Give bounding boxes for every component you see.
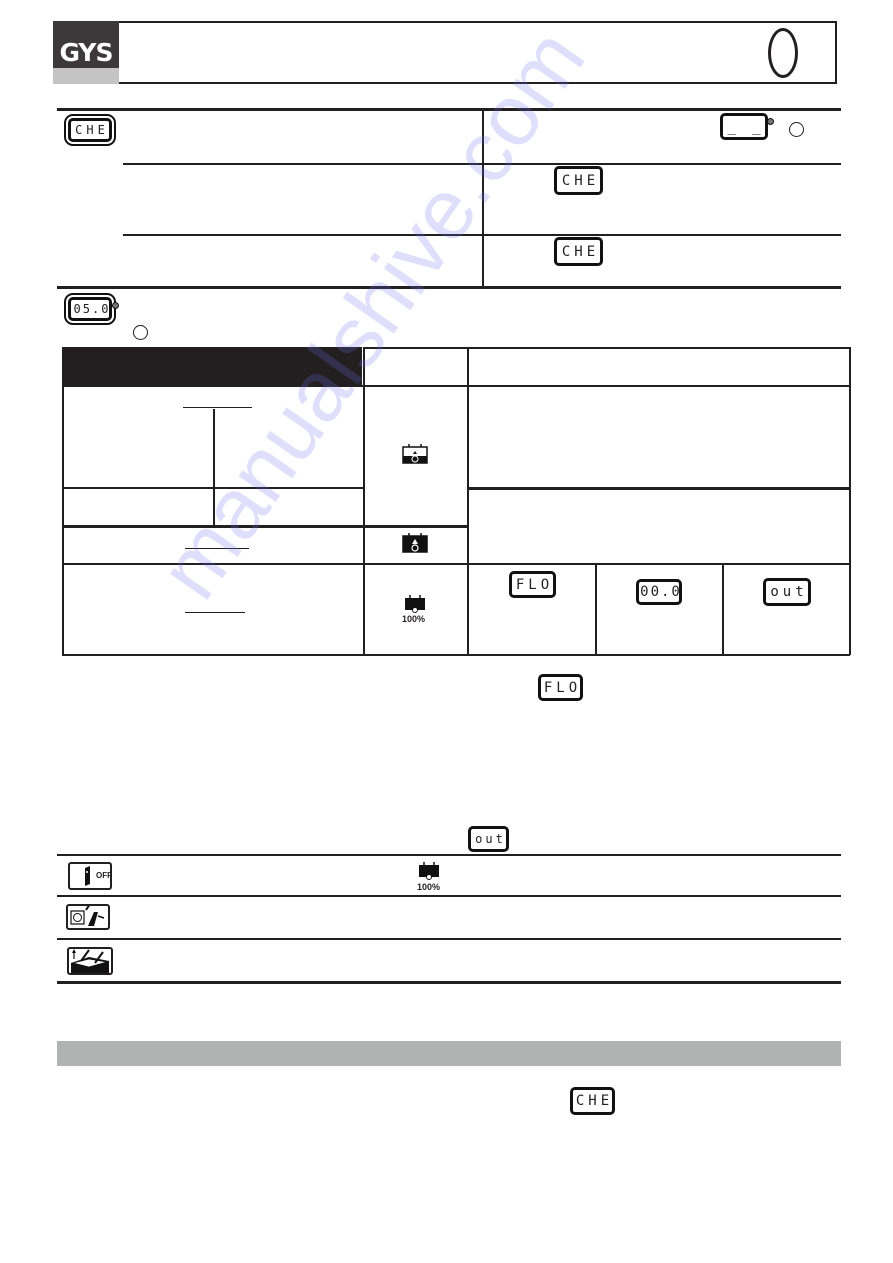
table-border: [62, 654, 850, 656]
circle-marker-icon: [133, 325, 148, 340]
lcd-display-out: out: [468, 826, 509, 852]
divider: [123, 234, 841, 236]
lcd-display-check: CHE: [554, 166, 603, 195]
divider: [57, 286, 841, 289]
lcd-text: FLO: [515, 576, 554, 593]
lcd-text: out: [475, 832, 506, 846]
lcd-display-current-icon: 05.0: [64, 293, 119, 325]
table-border: [595, 564, 597, 655]
lcd-text: out: [770, 584, 808, 600]
lcd-display-float: FLO: [538, 674, 583, 701]
table-border: [62, 385, 850, 387]
lcd-display-check: CHE: [570, 1087, 615, 1115]
section-title-bar: [57, 1041, 841, 1066]
divider: [57, 938, 841, 940]
table-header-cell: [62, 347, 362, 385]
divider: [57, 854, 841, 856]
lcd-text: CHE: [561, 243, 600, 260]
divider: [57, 108, 841, 111]
lcd-text: 05.0: [73, 302, 111, 316]
lcd-display-check-icon: CHE: [64, 114, 116, 146]
table-border: [62, 525, 467, 528]
table-border: [62, 487, 363, 489]
unplug-icon: [66, 904, 110, 930]
divider: [57, 981, 841, 984]
lcd-text: 00.0: [640, 584, 682, 600]
battery-charging-full-icon: [402, 533, 428, 553]
circle-marker-icon: [789, 122, 804, 137]
table-border: [722, 564, 724, 655]
table-border: [62, 563, 850, 565]
battery-100-label: 100%: [402, 614, 426, 624]
language-marker-icon: [768, 28, 798, 78]
lcd-text: CHE: [75, 123, 109, 137]
table-border: [467, 487, 850, 490]
lcd-text: CHE: [561, 172, 600, 189]
table-border: [467, 347, 469, 655]
off-label: OFF: [96, 871, 112, 880]
lcd-display-check: CHE: [554, 237, 603, 266]
divider: [482, 108, 484, 288]
lcd-display-out: out: [763, 578, 811, 606]
led-indicator-icon: [112, 302, 119, 309]
table-border: [213, 409, 215, 525]
battery-charging-icon: [402, 444, 428, 464]
table-border: [62, 385, 64, 655]
table-border: [363, 347, 365, 655]
lcd-text: CHE: [575, 1093, 614, 1109]
lcd-display-blank: _ _: [720, 113, 774, 140]
battery-100-icon: [419, 862, 439, 880]
lcd-display-zero: 00.0: [636, 579, 682, 605]
switch-off-icon: OFF: [68, 862, 112, 890]
brand-name: GYS: [59, 38, 113, 67]
divider: [123, 163, 841, 165]
underline: [183, 407, 252, 409]
battery-100-icon: [405, 595, 425, 613]
underline: [185, 548, 249, 550]
lcd-text: _ _: [727, 118, 765, 135]
page-header: [53, 21, 837, 84]
divider: [57, 895, 841, 897]
led-indicator-icon: [767, 118, 774, 125]
gys-logo: GYS: [53, 21, 119, 84]
underline: [185, 612, 245, 614]
lcd-text: FLO: [543, 679, 582, 696]
table-border: [849, 347, 851, 655]
disconnect-clamps-icon: [67, 947, 113, 975]
lcd-display-float: FLO: [509, 571, 556, 598]
battery-100-label: 100%: [417, 882, 441, 892]
table-border: [363, 347, 850, 349]
